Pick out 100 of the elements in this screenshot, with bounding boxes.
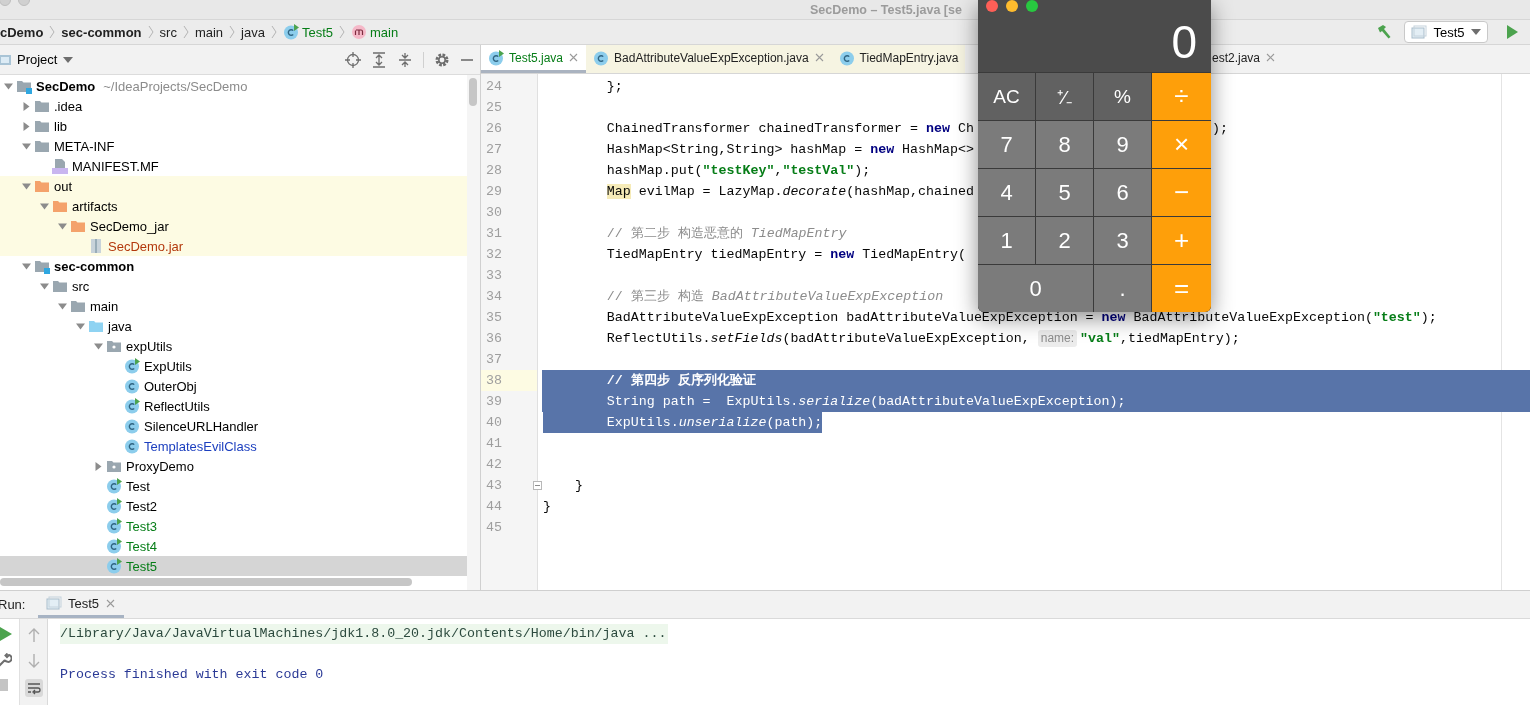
editor-tab[interactable]: TiedMapEntry.java <box>831 45 966 73</box>
window-title: SecDemo – Test5.java [se <box>810 2 962 17</box>
tree-row[interactable]: MANIFEST.MF <box>0 156 467 176</box>
caret-down-icon <box>63 55 74 64</box>
tree-row[interactable]: SilenceURLHandler <box>0 416 467 436</box>
line-number: 38 <box>481 370 537 391</box>
tree-row[interactable]: out <box>0 176 467 196</box>
tree-row[interactable]: java <box>0 316 467 336</box>
window-control-icon[interactable] <box>1006 0 1018 12</box>
chevron-icon <box>270 25 277 39</box>
breadcrumb[interactable]: cDemo <box>0 24 44 40</box>
class-icon <box>838 49 855 66</box>
settings-icon[interactable] <box>434 51 450 68</box>
editor-tab[interactable]: Test5.java <box>481 45 587 73</box>
tree-row[interactable]: Test4 <box>0 536 467 556</box>
tree-row[interactable]: ExpUtils <box>0 356 467 376</box>
tree-row[interactable]: Test <box>0 476 467 496</box>
tree-row[interactable]: Test3 <box>0 516 467 536</box>
arrow-up-icon[interactable] <box>27 627 40 643</box>
tree-row[interactable]: ReflectUtils <box>0 396 467 416</box>
code-line: ReflectUtils.setFields(badAttributeValueExpException, <box>605 330 1031 348</box>
line-number: 44 <box>485 498 503 516</box>
breadcrumb[interactable]: main <box>351 24 399 40</box>
breadcrumb[interactable]: sec-common <box>61 24 142 40</box>
hammer-icon[interactable] <box>1376 24 1392 40</box>
tree-row[interactable]: main <box>0 296 467 316</box>
tree-row[interactable]: sec-common <box>0 256 467 276</box>
tree-row[interactable]: src <box>0 276 467 296</box>
runnable-class-icon <box>106 498 122 514</box>
window-control-icon[interactable] <box>986 0 998 12</box>
scrollbar[interactable] <box>0 578 412 586</box>
chevron-icon <box>49 25 56 39</box>
tree-row[interactable]: expUtils <box>0 336 467 356</box>
calculator-key[interactable]: 9 <box>1094 121 1151 168</box>
tree-row[interactable]: SecDemo_jar <box>0 216 467 236</box>
tree-row[interactable]: OuterObj <box>0 376 467 396</box>
window-control-icon[interactable] <box>1026 0 1038 12</box>
line-number: 24 <box>485 78 503 96</box>
fold-icon[interactable] <box>533 481 542 490</box>
tree-item-label: MANIFEST.MF <box>72 158 159 174</box>
code-line: ChainedTransformer chainedTransformer = new Ch <box>605 120 974 138</box>
tree-row[interactable]: TemplatesEvilClass <box>0 436 467 456</box>
tree-row[interactable]: META-INF <box>0 136 467 156</box>
calculator-key[interactable]: 7 <box>978 121 1035 168</box>
tree-item-label: SecDemo <box>36 78 96 94</box>
calculator-key[interactable]: % <box>1094 73 1151 120</box>
run-configuration-dropdown[interactable]: Test5 <box>1404 21 1488 43</box>
tree-item-label: SecDemo_jar <box>90 218 169 234</box>
calculator-key[interactable]: AC <box>978 73 1035 120</box>
console-output: /Library/Java/JavaVirtualMachines/jdk1.8.0_20.jdk/Contents/Home/bin/java ... <box>60 624 669 644</box>
soft-wrap-icon[interactable] <box>24 679 43 697</box>
tree-item-label: Test3 <box>126 518 158 534</box>
chevron-icon <box>229 25 236 39</box>
close-icon[interactable] <box>1265 52 1277 63</box>
close-icon[interactable] <box>105 597 117 609</box>
calculator-key[interactable]: 3 <box>1094 217 1151 264</box>
tree-row[interactable]: .idea <box>0 96 467 116</box>
expand-all-icon[interactable] <box>371 51 387 68</box>
calculator-key[interactable]: ⁺∕₋ <box>1036 73 1093 120</box>
editor-tab[interactable]: BadAttributeValueExpException.java <box>586 45 832 73</box>
module-icon <box>34 258 50 274</box>
breadcrumb[interactable]: Test5 <box>282 24 334 40</box>
calculator-key[interactable]: 1 <box>978 217 1035 264</box>
calculator-key[interactable]: . <box>1094 265 1151 312</box>
scrollbar[interactable] <box>469 78 477 106</box>
tree-row[interactable]: lib <box>0 116 467 136</box>
tree-row[interactable]: Test2 <box>0 496 467 516</box>
breadcrumb[interactable]: src <box>159 24 177 40</box>
project-view-selector[interactable]: Project <box>0 52 78 67</box>
tree-row[interactable]: SecDemo ~/IdeaProjects/SecDemo <box>0 76 467 96</box>
tree-row[interactable]: artifacts <box>0 196 467 216</box>
line-number: 43 <box>481 475 537 496</box>
breadcrumb[interactable]: main <box>194 24 224 40</box>
code-line: } <box>573 477 583 495</box>
collapse-all-icon[interactable] <box>397 51 413 68</box>
class-icon <box>593 49 610 66</box>
arrow-down-icon[interactable] <box>27 653 40 669</box>
run-icon[interactable] <box>1506 25 1518 39</box>
close-icon[interactable] <box>813 52 825 63</box>
calculator-key[interactable]: 4 <box>978 169 1035 216</box>
calculator-key[interactable]: 2 <box>1036 217 1093 264</box>
tree-item-label: out <box>54 178 73 194</box>
tree-row[interactable]: SecDemo.jar <box>0 236 467 256</box>
locate-icon[interactable] <box>345 51 361 68</box>
code-line: }; <box>605 78 623 96</box>
run-icon[interactable] <box>0 627 12 641</box>
tree-item-label: OuterObj <box>144 378 197 394</box>
tree-row[interactable]: ProxyDemo <box>0 456 467 476</box>
folder-icon <box>52 278 68 294</box>
breadcrumb[interactable]: java <box>241 24 265 40</box>
wrench-icon[interactable] <box>0 653 12 667</box>
run-tab[interactable]: Test5 <box>38 591 125 618</box>
console-output: Process finished with exit code 0 <box>60 666 324 684</box>
calculator-key[interactable]: 6 <box>1094 169 1151 216</box>
calculator-key[interactable]: 8 <box>1036 121 1093 168</box>
calculator-key[interactable]: 0 <box>978 265 1093 312</box>
close-icon[interactable] <box>568 52 580 63</box>
tree-row[interactable]: Test5 <box>0 556 467 576</box>
folder-icon <box>34 98 50 114</box>
calculator-key[interactable]: 5 <box>1036 169 1093 216</box>
